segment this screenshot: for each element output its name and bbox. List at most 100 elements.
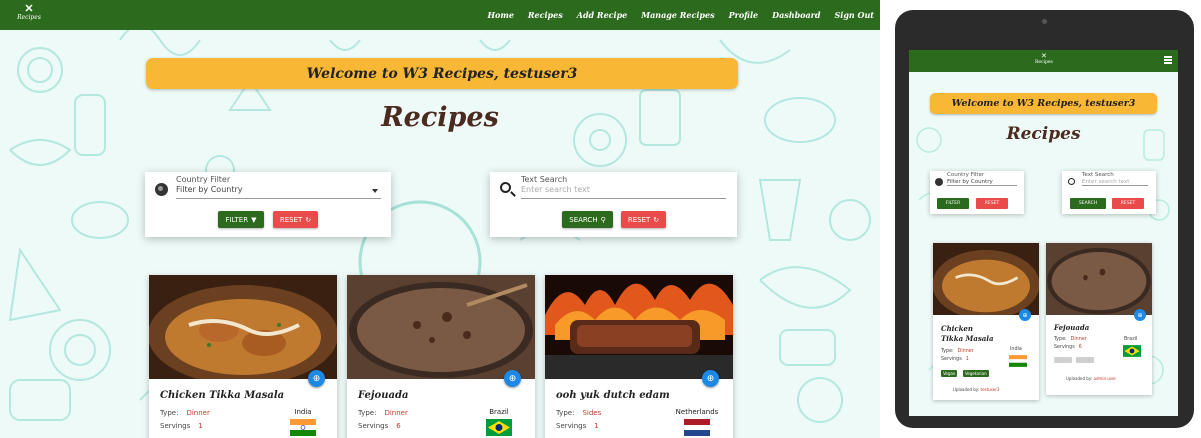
search-button-label: SEARCH [569, 215, 598, 224]
search-input[interactable]: Enter search text [521, 185, 726, 199]
netherlands-flag-icon [684, 419, 710, 436]
country-reset-button[interactable]: RESET ↻ [273, 211, 318, 228]
text-search-panel: Text Search Enter search text SEARCH ⚲ R… [490, 172, 737, 237]
recipe-servings: Servings 6 [1054, 345, 1082, 350]
recipe-title[interactable]: Fejouada [1054, 323, 1089, 332]
tablet-welcome-banner: Welcome to W3 Recipes, testuser3 [930, 93, 1157, 114]
tablet-country-filter-label: Country Filter [947, 172, 985, 178]
utensils-icon: ✕ [1041, 52, 1047, 60]
recipe-image[interactable] [545, 275, 733, 379]
recipe-title[interactable]: ooh yuk dutch edam [556, 390, 670, 401]
tablet-device-frame: ✕ Recipes Welcome to W3 Recipes, testuse… [895, 10, 1194, 428]
tablet-country-reset-button[interactable]: RESET [976, 198, 1008, 209]
welcome-banner: Welcome to W3 Recipes, testuser3 [146, 58, 738, 89]
nav-dashboard[interactable]: Dashboard [772, 10, 820, 20]
servings-value: 6 [1078, 345, 1082, 350]
tablet-text-search-panel: Text Search Enter search text SEARCH RES… [1062, 171, 1156, 214]
uploader-name: admin.user [1093, 376, 1117, 381]
zoom-icon[interactable]: ⊕ [308, 370, 325, 387]
tablet-search-button[interactable]: SEARCH [1070, 198, 1106, 209]
recipe-type: Type: Dinner [160, 409, 210, 417]
recipe-type: Type: Sides [556, 409, 601, 417]
type-value: Dinner [384, 409, 408, 417]
utensils-icon: ✕ [24, 2, 34, 15]
country-reset-label: RESET [279, 215, 303, 224]
search-reset-label: RESET [627, 215, 651, 224]
logo-text: Recipes [17, 14, 41, 21]
recipe-image[interactable] [1046, 243, 1152, 315]
uploaded-by-label: Uploaded by: [1066, 376, 1093, 381]
tablet-search-reset-label: RESET [1120, 201, 1136, 206]
servings-label: Servings [1054, 345, 1075, 350]
nav-home[interactable]: Home [487, 10, 513, 20]
zoom-icon[interactable]: ⊕ [1019, 309, 1031, 321]
type-label: Type: [358, 409, 377, 417]
recipe-servings: Servings 1 [160, 422, 203, 430]
vegetarian-badge: Vegetarian [963, 370, 989, 377]
country-name: Netherlands [675, 408, 719, 416]
nav-manage-recipes[interactable]: Manage Recipes [641, 10, 714, 20]
zoom-icon[interactable]: ⊕ [702, 370, 719, 387]
recipe-image[interactable] [933, 243, 1039, 315]
servings-value: 1 [965, 357, 969, 362]
refresh-icon: ↻ [653, 215, 660, 224]
placeholder-badge [1076, 357, 1094, 363]
uploaded-by-label: Uploaded by: [953, 387, 980, 392]
recipe-type: Type: Dinner [358, 409, 408, 417]
uploaded-by: Uploaded by: admin.user [1066, 376, 1116, 381]
nav-links: Home Recipes Add Recipe Manage Recipes P… [487, 0, 874, 30]
filter-button[interactable]: FILTER ▼ [218, 211, 264, 228]
recipe-image[interactable] [149, 275, 337, 379]
type-label: Type: [556, 409, 575, 417]
tablet-text-search-label: Text Search [1082, 172, 1114, 178]
recipe-type: Type: Dinner [941, 349, 974, 354]
search-icon [1068, 178, 1075, 185]
logo[interactable]: ✕ Recipes [14, 3, 44, 28]
placeholder-badge [1054, 357, 1072, 363]
nav-profile[interactable]: Profile [729, 10, 759, 20]
nav-add-recipe[interactable]: Add Recipe [577, 10, 628, 20]
recipe-title[interactable]: Fejouada [358, 390, 408, 401]
hamburger-menu-icon[interactable] [1164, 56, 1172, 64]
search-small-icon: ⚲ [600, 215, 606, 224]
type-value: Dinner [186, 409, 210, 417]
tablet-country-reset-label: RESET [984, 201, 1000, 206]
camera-dot [1042, 19, 1047, 24]
tablet-filter-label: FILTER [945, 201, 961, 206]
nav-sign-out[interactable]: Sign Out [835, 10, 875, 20]
recipe-card[interactable]: ⊕ Fejouada Type: Dinner Servings 6 Brazil [347, 275, 535, 438]
search-button[interactable]: SEARCH ⚲ [562, 211, 613, 228]
tablet-filter-button[interactable]: FILTER [937, 198, 969, 209]
recipe-type: Type: Dinner [1054, 337, 1087, 342]
recipe-title[interactable]: Chicken Tikka Masala [941, 324, 996, 344]
recipe-image[interactable] [347, 275, 535, 379]
tablet-search-reset-button[interactable]: RESET [1112, 198, 1144, 209]
tablet-country-select[interactable]: Filter by Country [947, 179, 1017, 186]
recipe-card[interactable]: ⊕ ooh yuk dutch edam Type: Sides Servings… [545, 275, 733, 438]
country-filter-panel: Country Filter Filter by Country FILTER … [145, 172, 391, 237]
tablet-recipe-card[interactable]: ⊕ Chicken Tikka Masala Type: Dinner Servi… [933, 243, 1039, 400]
recipe-title[interactable]: Chicken Tikka Masala [160, 390, 284, 401]
india-flag-icon [1009, 355, 1027, 367]
funnel-icon: ▼ [251, 215, 257, 224]
country-select[interactable]: Filter by Country [176, 185, 381, 199]
recipe-card[interactable]: ⊕ Chicken Tikka Masala Type: Dinner Servi… [149, 275, 337, 438]
india-flag-icon [290, 419, 316, 436]
vegan-badge: Vegan [941, 370, 958, 377]
type-value: Sides [582, 409, 602, 417]
tablet-country-filter-panel: Country Filter Filter by Country FILTER … [930, 171, 1024, 214]
servings-label: Servings [160, 422, 191, 430]
refresh-icon: ↻ [305, 215, 312, 224]
brazil-flag-icon [1123, 345, 1141, 357]
type-label: Type: [160, 409, 179, 417]
nav-recipes[interactable]: Recipes [528, 10, 563, 20]
search-icon [500, 182, 511, 193]
search-reset-button[interactable]: RESET ↻ [621, 211, 666, 228]
chevron-down-icon [372, 189, 378, 193]
zoom-icon[interactable]: ⊕ [504, 370, 521, 387]
tablet-logo[interactable]: ✕ Recipes [1035, 52, 1053, 65]
tablet-recipe-card[interactable]: ⊕ Fejouada Type: Dinner Servings 6 Brazil … [1046, 243, 1152, 395]
tablet-search-input[interactable]: Enter search text [1082, 179, 1148, 186]
zoom-icon[interactable]: ⊕ [1134, 309, 1146, 321]
servings-label: Servings [941, 357, 962, 362]
